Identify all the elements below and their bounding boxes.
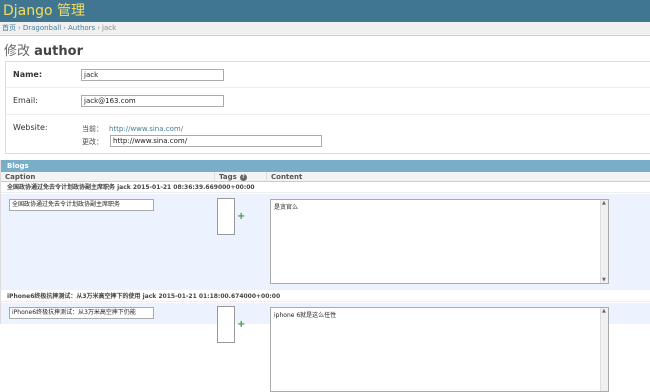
scroll-down-icon[interactable]: ▼ <box>602 277 606 283</box>
scrollbar[interactable]: ▲ <box>600 308 608 391</box>
tags-select-1[interactable] <box>217 306 235 343</box>
page-title: 修改 author <box>4 40 83 59</box>
inline-original-1: iPhone6终极抗摔测试：从3万米高空摔下的使用 jack 2015-01-2… <box>1 292 650 302</box>
form-row-email: Email: jack@163.com <box>6 88 650 115</box>
column-tags: Tags? <box>215 172 267 182</box>
site-branding[interactable]: Django 管理 <box>3 2 85 20</box>
page-title-action: 修改 <box>4 44 31 59</box>
scroll-up-icon[interactable]: ▲ <box>602 200 606 206</box>
breadcrumb-separator: › <box>63 24 66 32</box>
breadcrumb-separator: › <box>18 24 21 32</box>
breadcrumb-home[interactable]: 首页 <box>2 24 16 32</box>
column-content: Content <box>267 172 650 182</box>
content-text-0: 是贪官么 <box>274 204 299 211</box>
column-tags-label: Tags <box>219 173 237 181</box>
content-textarea-1[interactable]: iphone 6就是这么任性 ▲ <box>270 307 609 392</box>
caption-input-0[interactable]: 全国政协通过免去令计划政协副主席职务 <box>9 199 154 211</box>
breadcrumb-model[interactable]: Authors <box>68 24 95 32</box>
website-change-label: 更改： <box>82 138 103 146</box>
form-row-name: Name: jack <box>6 62 650 88</box>
email-input[interactable]: jack@163.com <box>81 95 224 107</box>
page-title-model: author <box>34 44 83 59</box>
website-current-link[interactable]: http://www.sina.com/ <box>109 125 183 133</box>
name-input[interactable]: jack <box>81 69 224 81</box>
inline-original-0: 全国政协通过免去令计划政协副主席职务 jack 2015-01-21 08:36… <box>1 183 650 193</box>
author-fieldset: Name: jack Email: jack@163.com Website: … <box>5 61 650 154</box>
name-label: Name: <box>13 70 43 79</box>
inline-row-1: iPhone6终极抗摔测试：从3万米高空摔下仍能 + iphone 6就是这么任… <box>1 303 650 392</box>
website-input[interactable]: http://www.sina.com/ <box>110 135 322 147</box>
breadcrumb-separator: › <box>97 24 100 32</box>
website-current-label: 当前： <box>82 125 103 133</box>
plus-icon[interactable]: + <box>237 320 245 330</box>
inline-caption: Blogs <box>1 160 650 172</box>
tags-select-0[interactable] <box>217 198 235 235</box>
scroll-up-icon[interactable]: ▲ <box>602 308 606 314</box>
breadcrumb-current: jack <box>102 24 117 32</box>
content-textarea-0[interactable]: 是贪官么 ▲ ▼ <box>270 199 609 284</box>
plus-icon[interactable]: + <box>237 212 245 222</box>
form-row-website: Website: 当前： http://www.sina.com/ 更改： htt… <box>6 115 650 155</box>
content-text-1: iphone 6就是这么任性 <box>274 312 337 319</box>
breadcrumb-app[interactable]: Dragonball <box>23 24 61 32</box>
column-caption: Caption <box>1 172 215 182</box>
blogs-inline: Blogs Caption Tags? Content 全国政协通过免去令计划政… <box>0 160 650 392</box>
breadcrumb: 首页 › Dragonball › Authors › jack <box>0 22 650 36</box>
help-icon[interactable]: ? <box>239 173 247 181</box>
caption-input-1[interactable]: iPhone6终极抗摔测试：从3万米高空摔下仍能 <box>9 307 154 319</box>
website-label: Website: <box>13 123 48 132</box>
email-label: Email: <box>13 96 38 105</box>
scrollbar[interactable]: ▲ ▼ <box>600 200 608 283</box>
header: Django 管理 <box>0 0 650 22</box>
inline-row-0: 全国政协通过免去令计划政协副主席职务 + 是贪官么 ▲ ▼ <box>1 194 650 290</box>
website-current: 当前： http://www.sina.com/ <box>82 124 183 134</box>
